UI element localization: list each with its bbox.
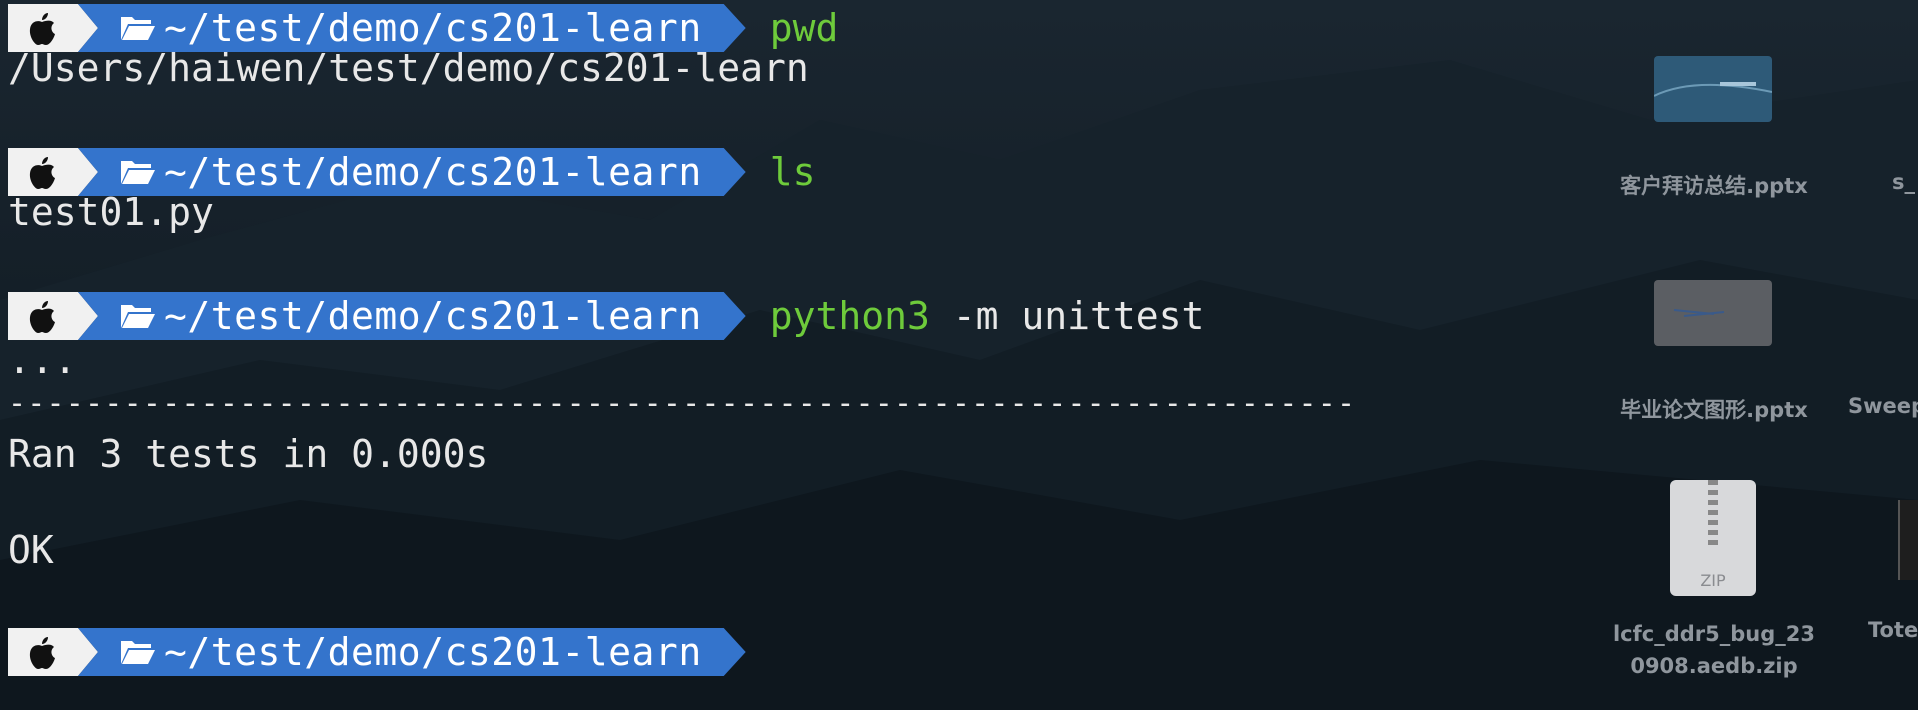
folder-open-icon (120, 158, 156, 186)
apple-icon (29, 13, 55, 45)
prompt-line: ~/test/demo/cs201-learn pwd (8, 4, 838, 52)
terminal-window[interactable]: ~/test/demo/cs201-learn pwd /Users/haiwe… (0, 0, 1560, 710)
output-line: test01.py (8, 190, 214, 234)
path-segment: ~/test/demo/cs201-learn (78, 4, 746, 52)
desktop-item-label[interactable]: lcfc_ddr5_bug_23 0908.aedb.zip (1594, 618, 1834, 682)
zip-file-icon[interactable]: ZIP (1670, 480, 1756, 596)
apple-icon (29, 637, 55, 669)
path-segment: ~/test/demo/cs201-learn (78, 628, 746, 676)
desktop-item-label-line: lcfc_ddr5_bug_23 (1612, 622, 1815, 646)
desktop-item-label-line: 0908.aedb.zip (1630, 654, 1798, 678)
desktop-item-label-partial[interactable]: Tote (1868, 618, 1918, 642)
command-text: ls (770, 150, 816, 194)
command-name: pwd (769, 6, 839, 50)
path-label: ~/test/demo/cs201-learn (164, 630, 702, 674)
output-line: /Users/haiwen/test/demo/cs201-learn (8, 46, 809, 90)
path-label: ~/test/demo/cs201-learn (164, 294, 702, 338)
desktop-item-label-partial[interactable]: Sweep (1848, 394, 1918, 418)
folder-open-icon (120, 638, 156, 666)
desktop-item-label[interactable]: 客户拜访总结.pptx (1594, 170, 1834, 200)
apple-icon (29, 157, 55, 189)
prompt-line: ~/test/demo/cs201-learn python3 -m unitt… (8, 292, 1204, 340)
apple-icon (29, 301, 55, 333)
desktop-item-label[interactable]: 毕业论文图形.pptx (1594, 394, 1834, 424)
output-line: Ran 3 tests in 0.000s (8, 432, 489, 476)
desktop-item-label-partial[interactable]: s_ (1892, 170, 1918, 194)
pptx-thumbnail[interactable] (1654, 280, 1772, 346)
folder-open-icon (120, 302, 156, 330)
path-segment: ~/test/demo/cs201-learn (78, 292, 746, 340)
zip-badge: ZIP (1700, 571, 1726, 590)
output-line: ... (8, 338, 77, 382)
command-name: python3 (769, 294, 930, 338)
prompt-line-active[interactable]: ~/test/demo/cs201-learn (8, 628, 746, 676)
command-args: -m unittest (952, 294, 1205, 338)
command-name: ls (769, 150, 816, 194)
pptx-thumbnail[interactable] (1653, 56, 1773, 122)
path-label: ~/test/demo/cs201-learn (164, 6, 702, 50)
partial-file-icon[interactable] (1898, 500, 1918, 580)
folder-open-icon (120, 14, 156, 42)
path-label: ~/test/demo/cs201-learn (164, 150, 702, 194)
separator-line: ----------------------------------------… (8, 386, 1357, 421)
command-text: python3 -m unittest (770, 294, 1205, 338)
output-line: OK (8, 528, 54, 572)
path-segment: ~/test/demo/cs201-learn (78, 148, 746, 196)
prompt-line: ~/test/demo/cs201-learn ls (8, 148, 815, 196)
command-text: pwd (770, 6, 839, 50)
